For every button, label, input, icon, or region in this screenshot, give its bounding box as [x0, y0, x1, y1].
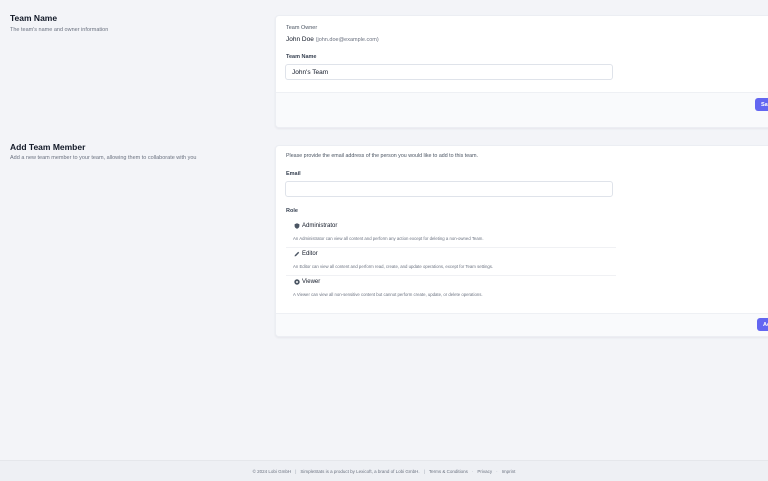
shield-icon — [294, 223, 300, 229]
footer-separator: | — [295, 468, 297, 474]
team-name-input[interactable] — [285, 64, 613, 80]
team-owner-email: (john.doe@example.com) — [315, 37, 379, 43]
footer-link-imprint[interactable]: Imprint — [502, 469, 516, 474]
role-option-administrator[interactable]: Administrator An Administrator can view … — [286, 221, 616, 248]
add-member-card: Please provide the email address of the … — [275, 145, 768, 337]
team-name-description: The team's name and owner information — [10, 27, 109, 33]
role-option-viewer[interactable]: Viewer A Viewer can view all non-sensiti… — [286, 277, 616, 303]
add-member-description: Add a new team member to your team, allo… — [10, 155, 197, 161]
role-name: Viewer — [302, 279, 321, 285]
add-member-title: Add Team Member — [10, 142, 86, 152]
role-name: Editor — [302, 251, 318, 257]
team-name-label: Team Name — [286, 54, 317, 60]
footer-separator: | — [423, 468, 425, 474]
team-name-card: Team Owner John Doe (john.doe@example.co… — [275, 15, 768, 128]
eye-icon — [294, 279, 300, 285]
add-member-intro: Please provide the email address of the … — [286, 153, 478, 159]
footer-copyright: © 2024 Lobi GmbH — [252, 468, 292, 474]
role-name: Administrator — [302, 223, 338, 229]
footer-separator: · — [471, 468, 474, 474]
role-description: An Administrator can view all content an… — [293, 236, 484, 241]
team-owner-label: Team Owner — [286, 25, 318, 31]
role-option-editor[interactable]: Editor An Editor can view all content an… — [286, 249, 616, 276]
save-button[interactable]: Save — [755, 98, 768, 111]
add-button[interactable]: Add — [757, 318, 768, 331]
footer-separator: · — [496, 468, 498, 474]
footer-link-privacy[interactable]: Privacy — [477, 469, 492, 474]
team-name-card-footer: Save — [276, 92, 768, 127]
add-member-card-footer: Add — [276, 313, 768, 336]
footer-product-note: SimpleStats is a product by Lexicoft, a … — [300, 468, 420, 474]
role-label: Role — [286, 208, 298, 214]
email-label: Email — [286, 171, 301, 177]
role-description: An Editor can view all content and perfo… — [293, 264, 494, 269]
footer-link-terms[interactable]: Terms & Conditions — [429, 469, 468, 474]
team-owner-name: John Doe — [286, 36, 314, 43]
team-owner: John Doe (john.doe@example.com) — [286, 36, 379, 43]
email-input[interactable] — [285, 181, 613, 197]
page-footer: © 2024 Lobi GmbH | SimpleStats is a prod… — [0, 460, 768, 481]
role-description: A Viewer can view all non-sensitive cont… — [293, 292, 483, 297]
pencil-icon — [294, 251, 300, 257]
team-name-title: Team Name — [10, 13, 58, 23]
